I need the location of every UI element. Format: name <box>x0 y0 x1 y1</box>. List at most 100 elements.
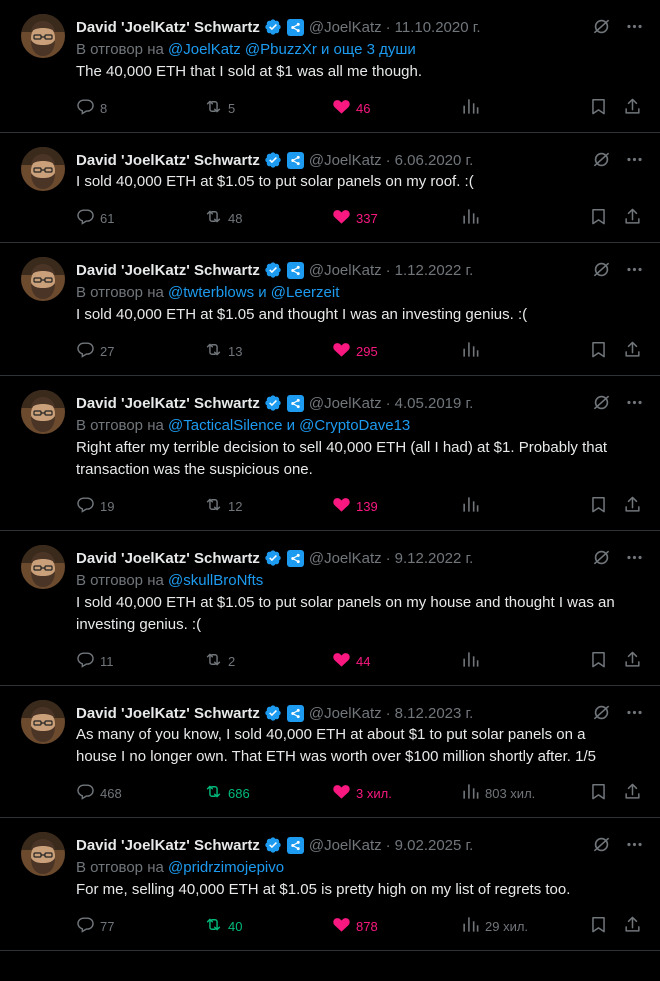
tweet[interactable]: David 'JoelKatz' Schwartz @JoelKatz · 11… <box>0 0 660 133</box>
more-icon[interactable] <box>625 150 644 174</box>
share-button[interactable] <box>623 341 642 361</box>
tweet-date[interactable]: 6.06.2020 г. <box>395 152 474 169</box>
affiliation-badge-icon[interactable] <box>286 836 304 854</box>
views-button[interactable] <box>461 496 485 516</box>
grok-icon[interactable] <box>592 150 611 174</box>
author-handle[interactable]: @JoelKatz <box>309 837 382 854</box>
more-icon[interactable] <box>625 548 644 572</box>
avatar[interactable] <box>21 257 65 301</box>
bookmark-button[interactable] <box>589 341 608 361</box>
affiliation-badge-icon[interactable] <box>286 394 304 412</box>
verified-badge-icon[interactable] <box>264 151 282 169</box>
more-icon[interactable] <box>625 393 644 417</box>
author-name[interactable]: David 'JoelKatz' Schwartz <box>76 550 260 567</box>
reply-mentions[interactable]: @JoelKatz @PbuzzXr и още 3 души <box>168 41 416 58</box>
like-button[interactable]: 337 <box>332 208 378 228</box>
bookmark-button[interactable] <box>589 496 608 516</box>
author-name[interactable]: David 'JoelKatz' Schwartz <box>76 19 260 36</box>
bookmark-button[interactable] <box>589 783 608 803</box>
affiliation-badge-icon[interactable] <box>286 261 304 279</box>
verified-badge-icon[interactable] <box>264 704 282 722</box>
reply-mentions[interactable]: @skullBroNfts <box>168 572 263 589</box>
retweet-button[interactable]: 48 <box>204 208 242 228</box>
avatar[interactable] <box>21 147 65 191</box>
author-name[interactable]: David 'JoelKatz' Schwartz <box>76 262 260 279</box>
affiliation-badge-icon[interactable] <box>286 18 304 36</box>
tweet-date[interactable]: 9.02.2025 г. <box>395 837 474 854</box>
share-button[interactable] <box>623 208 642 228</box>
retweet-button[interactable]: 40 <box>204 916 242 936</box>
bookmark-button[interactable] <box>589 208 608 228</box>
like-button[interactable]: 878 <box>332 916 378 936</box>
share-button[interactable] <box>623 496 642 516</box>
tweet[interactable]: David 'JoelKatz' Schwartz @JoelKatz · 8.… <box>0 686 660 818</box>
verified-badge-icon[interactable] <box>264 836 282 854</box>
tweet-date[interactable]: 9.12.2022 г. <box>395 550 474 567</box>
grok-icon[interactable] <box>592 548 611 572</box>
tweet[interactable]: David 'JoelKatz' Schwartz @JoelKatz · 1.… <box>0 243 660 376</box>
author-name[interactable]: David 'JoelKatz' Schwartz <box>76 705 260 722</box>
affiliation-badge-icon[interactable] <box>286 549 304 567</box>
views-button[interactable]: 803 хил. <box>461 783 535 803</box>
grok-icon[interactable] <box>592 835 611 859</box>
retweet-button[interactable]: 2 <box>204 651 235 671</box>
more-icon[interactable] <box>625 260 644 284</box>
tweet[interactable]: David 'JoelKatz' Schwartz @JoelKatz · 9.… <box>0 531 660 686</box>
author-handle[interactable]: @JoelKatz <box>309 19 382 36</box>
like-button[interactable]: 46 <box>332 98 370 118</box>
author-handle[interactable]: @JoelKatz <box>309 152 382 169</box>
retweet-button[interactable]: 686 <box>204 783 250 803</box>
views-button[interactable]: 29 хил. <box>461 916 528 936</box>
avatar[interactable] <box>21 14 65 58</box>
more-icon[interactable] <box>625 703 644 727</box>
avatar[interactable] <box>21 390 65 434</box>
affiliation-badge-icon[interactable] <box>286 151 304 169</box>
retweet-button[interactable]: 5 <box>204 98 235 118</box>
bookmark-button[interactable] <box>589 651 608 671</box>
retweet-button[interactable]: 13 <box>204 341 242 361</box>
tweet[interactable]: David 'JoelKatz' Schwartz @JoelKatz · 4.… <box>0 376 660 531</box>
verified-badge-icon[interactable] <box>264 394 282 412</box>
avatar[interactable] <box>21 700 65 744</box>
reply-button[interactable]: 27 <box>76 341 114 361</box>
views-button[interactable] <box>461 208 485 228</box>
reply-button[interactable]: 8 <box>76 98 107 118</box>
views-button[interactable] <box>461 98 485 118</box>
like-button[interactable]: 295 <box>332 341 378 361</box>
author-name[interactable]: David 'JoelKatz' Schwartz <box>76 837 260 854</box>
views-button[interactable] <box>461 651 485 671</box>
tweet-date[interactable]: 8.12.2023 г. <box>395 705 474 722</box>
tweet-date[interactable]: 11.10.2020 г. <box>395 19 481 36</box>
like-button[interactable]: 139 <box>332 496 378 516</box>
share-button[interactable] <box>623 916 642 936</box>
grok-icon[interactable] <box>592 260 611 284</box>
reply-button[interactable]: 468 <box>76 783 122 803</box>
affiliation-badge-icon[interactable] <box>286 704 304 722</box>
share-button[interactable] <box>623 651 642 671</box>
reply-button[interactable]: 11 <box>76 651 114 671</box>
verified-badge-icon[interactable] <box>264 549 282 567</box>
views-button[interactable] <box>461 341 485 361</box>
author-handle[interactable]: @JoelKatz <box>309 395 382 412</box>
like-button[interactable]: 44 <box>332 651 370 671</box>
author-name[interactable]: David 'JoelKatz' Schwartz <box>76 152 260 169</box>
reply-mentions[interactable]: @TacticalSilence и @CryptoDave13 <box>168 417 410 434</box>
bookmark-button[interactable] <box>589 916 608 936</box>
reply-button[interactable]: 77 <box>76 916 114 936</box>
author-handle[interactable]: @JoelKatz <box>309 262 382 279</box>
retweet-button[interactable]: 12 <box>204 496 242 516</box>
verified-badge-icon[interactable] <box>264 18 282 36</box>
tweet[interactable]: David 'JoelKatz' Schwartz @JoelKatz · 9.… <box>0 818 660 951</box>
more-icon[interactable] <box>625 17 644 41</box>
avatar[interactable] <box>21 545 65 589</box>
author-name[interactable]: David 'JoelKatz' Schwartz <box>76 395 260 412</box>
share-button[interactable] <box>623 783 642 803</box>
bookmark-button[interactable] <box>589 98 608 118</box>
grok-icon[interactable] <box>592 703 611 727</box>
reply-mentions[interactable]: @twterblows и @Leerzeit <box>168 284 339 301</box>
more-icon[interactable] <box>625 835 644 859</box>
author-handle[interactable]: @JoelKatz <box>309 705 382 722</box>
like-button[interactable]: 3 хил. <box>332 783 392 803</box>
share-button[interactable] <box>623 98 642 118</box>
grok-icon[interactable] <box>592 393 611 417</box>
